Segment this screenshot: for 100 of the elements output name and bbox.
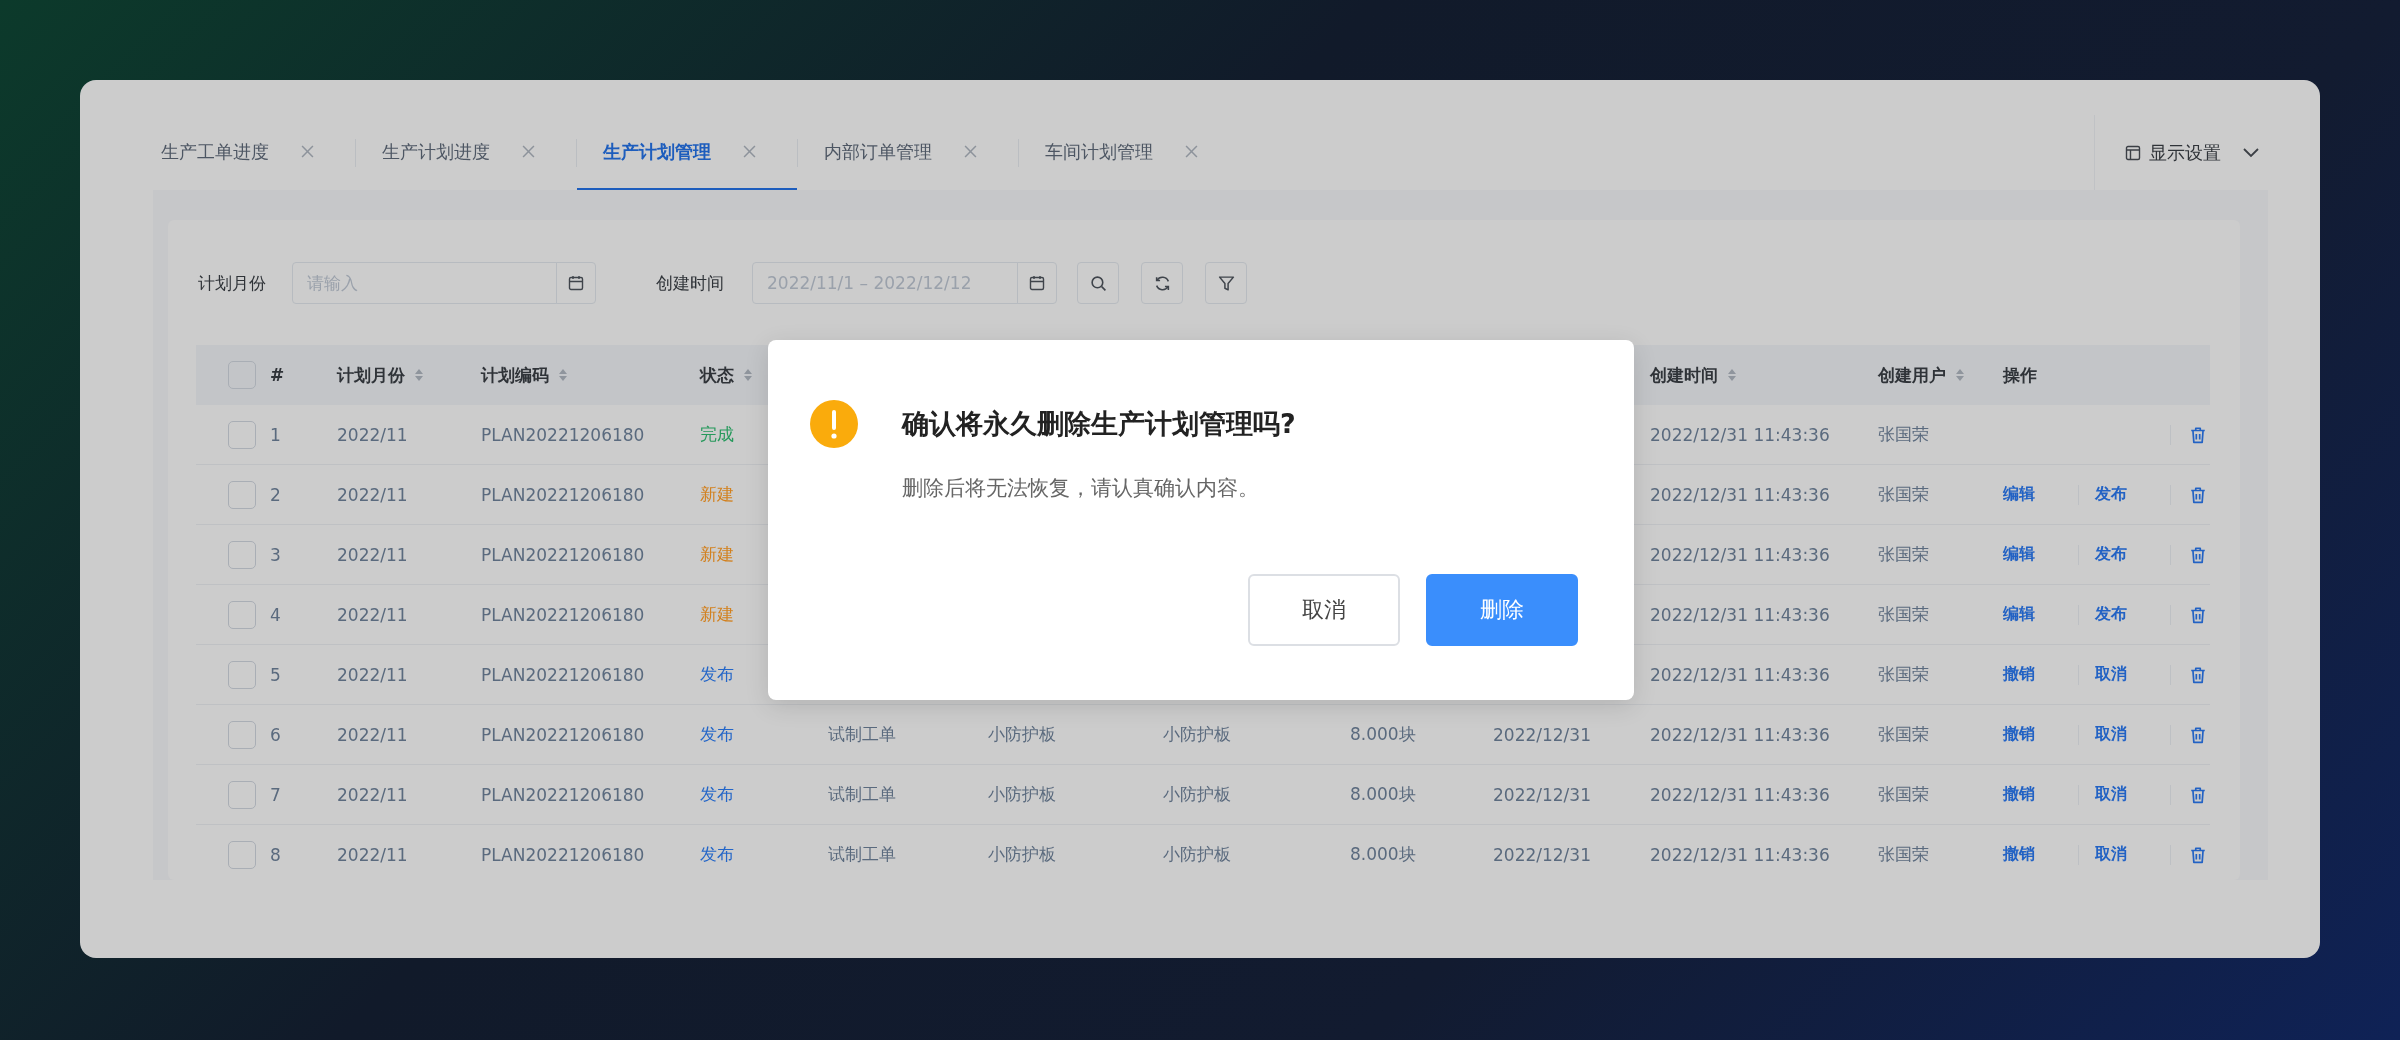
table-cell: 试制工单 bbox=[828, 843, 896, 866]
search-button[interactable] bbox=[1077, 262, 1119, 304]
calendar-button[interactable] bbox=[556, 262, 596, 304]
action-link[interactable]: 取消 bbox=[2095, 664, 2127, 685]
sort-icon[interactable] bbox=[1728, 369, 1736, 381]
table-cell: 2022/11 bbox=[337, 484, 408, 505]
table-cell: 小防护板 bbox=[1163, 783, 1231, 806]
delete-icon[interactable] bbox=[2189, 845, 2207, 864]
close-icon[interactable] bbox=[522, 145, 535, 158]
action-link[interactable]: 取消 bbox=[2095, 844, 2127, 865]
table-cell: 2022/12/31 bbox=[1493, 784, 1591, 805]
action-link[interactable]: 编辑 bbox=[2003, 484, 2035, 505]
table-cell: 小防护板 bbox=[1163, 843, 1231, 866]
table-cell: 小防护板 bbox=[988, 783, 1056, 806]
table-cell: 8.000块 bbox=[1350, 723, 1416, 746]
calendar-button[interactable] bbox=[1017, 262, 1057, 304]
checkbox[interactable] bbox=[228, 780, 256, 809]
table-cell: 2022/12/31 11:43:36 bbox=[1650, 484, 1830, 505]
table-cell: PLAN20221206180 bbox=[481, 724, 645, 745]
row-number: 3 bbox=[270, 544, 281, 565]
delete-button[interactable]: 删除 bbox=[1426, 574, 1578, 646]
status-label: 新建 bbox=[700, 483, 734, 506]
delete-icon[interactable] bbox=[2189, 665, 2207, 684]
column-header[interactable]: 状态 bbox=[700, 363, 752, 387]
action-link[interactable]: 撤销 bbox=[2003, 784, 2035, 805]
refresh-icon bbox=[1153, 274, 1171, 292]
close-icon[interactable] bbox=[743, 145, 756, 158]
row-number: 2 bbox=[270, 484, 281, 505]
delete-icon[interactable] bbox=[2189, 785, 2207, 804]
delete-icon[interactable] bbox=[2189, 605, 2207, 624]
checkbox[interactable] bbox=[228, 600, 256, 629]
action-link[interactable]: 取消 bbox=[2095, 724, 2127, 745]
table-cell: 2022/11 bbox=[337, 424, 408, 445]
status-label: 发布 bbox=[700, 663, 734, 686]
table-cell: 2022/11 bbox=[337, 784, 408, 805]
table-cell: 2022/12/31 11:43:36 bbox=[1650, 664, 1830, 685]
checkbox[interactable] bbox=[228, 540, 256, 569]
status-label: 发布 bbox=[700, 783, 734, 806]
delete-icon[interactable] bbox=[2189, 545, 2207, 564]
table-cell: 2022/11 bbox=[337, 724, 408, 745]
search-icon bbox=[1089, 274, 1107, 292]
column-header[interactable]: 计划月份 bbox=[337, 363, 423, 387]
column-header[interactable]: 创建用户 bbox=[1878, 363, 1964, 387]
warning-icon bbox=[810, 400, 858, 448]
action-link[interactable]: 取消 bbox=[2095, 784, 2127, 805]
table-cell: 2022/12/31 11:43:36 bbox=[1650, 544, 1830, 565]
table-cell: PLAN20221206180 bbox=[481, 844, 645, 865]
cancel-button[interactable]: 取消 bbox=[1248, 574, 1400, 646]
table-cell: 2022/12/31 11:43:36 bbox=[1650, 724, 1830, 745]
table-cell: PLAN20221206180 bbox=[481, 544, 645, 565]
checkbox[interactable] bbox=[228, 420, 256, 449]
tab[interactable]: 车间计划管理 bbox=[1019, 115, 1239, 190]
action-link[interactable]: 发布 bbox=[2095, 544, 2127, 565]
calendar-icon bbox=[1029, 275, 1045, 291]
checkbox[interactable] bbox=[228, 480, 256, 509]
filter-button[interactable] bbox=[1205, 262, 1247, 304]
checkbox[interactable] bbox=[228, 361, 256, 389]
action-link[interactable]: 编辑 bbox=[2003, 544, 2035, 565]
filter-icon bbox=[1217, 274, 1235, 292]
tab[interactable]: 生产计划进度 bbox=[356, 115, 576, 190]
checkbox[interactable] bbox=[228, 660, 256, 689]
table-cell: 小防护板 bbox=[988, 723, 1056, 746]
sort-icon[interactable] bbox=[559, 369, 567, 381]
chevron-down-icon bbox=[2243, 147, 2259, 158]
tab[interactable]: 生产工单进度 bbox=[135, 115, 355, 190]
action-link[interactable]: 发布 bbox=[2095, 604, 2127, 625]
row-number: 6 bbox=[270, 724, 281, 745]
row-number: 4 bbox=[270, 604, 281, 625]
sort-icon[interactable] bbox=[744, 369, 752, 381]
checkbox[interactable] bbox=[228, 840, 256, 869]
status-label: 新建 bbox=[700, 603, 734, 626]
delete-icon[interactable] bbox=[2189, 725, 2207, 744]
status-label: 发布 bbox=[700, 843, 734, 866]
tab[interactable]: 内部订单管理 bbox=[798, 115, 1018, 190]
delete-icon[interactable] bbox=[2189, 425, 2207, 444]
refresh-button[interactable] bbox=[1141, 262, 1183, 304]
delete-icon[interactable] bbox=[2189, 485, 2207, 504]
sort-icon[interactable] bbox=[1956, 369, 1964, 381]
close-icon[interactable] bbox=[1185, 145, 1198, 158]
close-icon[interactable] bbox=[301, 145, 314, 158]
sort-icon[interactable] bbox=[415, 369, 423, 381]
column-header[interactable]: 计划编码 bbox=[481, 363, 567, 387]
action-link[interactable]: 撤销 bbox=[2003, 664, 2035, 685]
checkbox[interactable] bbox=[228, 720, 256, 749]
table-cell: 试制工单 bbox=[828, 723, 896, 746]
table-cell: 张国荣 bbox=[1878, 603, 1929, 626]
table-cell: 张国荣 bbox=[1878, 483, 1929, 506]
table-cell: 2022/12/31 bbox=[1493, 724, 1591, 745]
column-header[interactable]: 创建时间 bbox=[1650, 363, 1736, 387]
action-link[interactable]: 撤销 bbox=[2003, 724, 2035, 745]
row-number: 1 bbox=[270, 424, 281, 445]
row-number: 8 bbox=[270, 844, 281, 865]
action-link[interactable]: 发布 bbox=[2095, 484, 2127, 505]
action-link[interactable]: 撤销 bbox=[2003, 844, 2035, 865]
table-cell: 试制工单 bbox=[828, 783, 896, 806]
table-cell: 2022/12/31 11:43:36 bbox=[1650, 604, 1830, 625]
table-cell: 张国荣 bbox=[1878, 843, 1929, 866]
close-icon[interactable] bbox=[964, 145, 977, 158]
action-link[interactable]: 编辑 bbox=[2003, 604, 2035, 625]
row-number: 7 bbox=[270, 784, 281, 805]
